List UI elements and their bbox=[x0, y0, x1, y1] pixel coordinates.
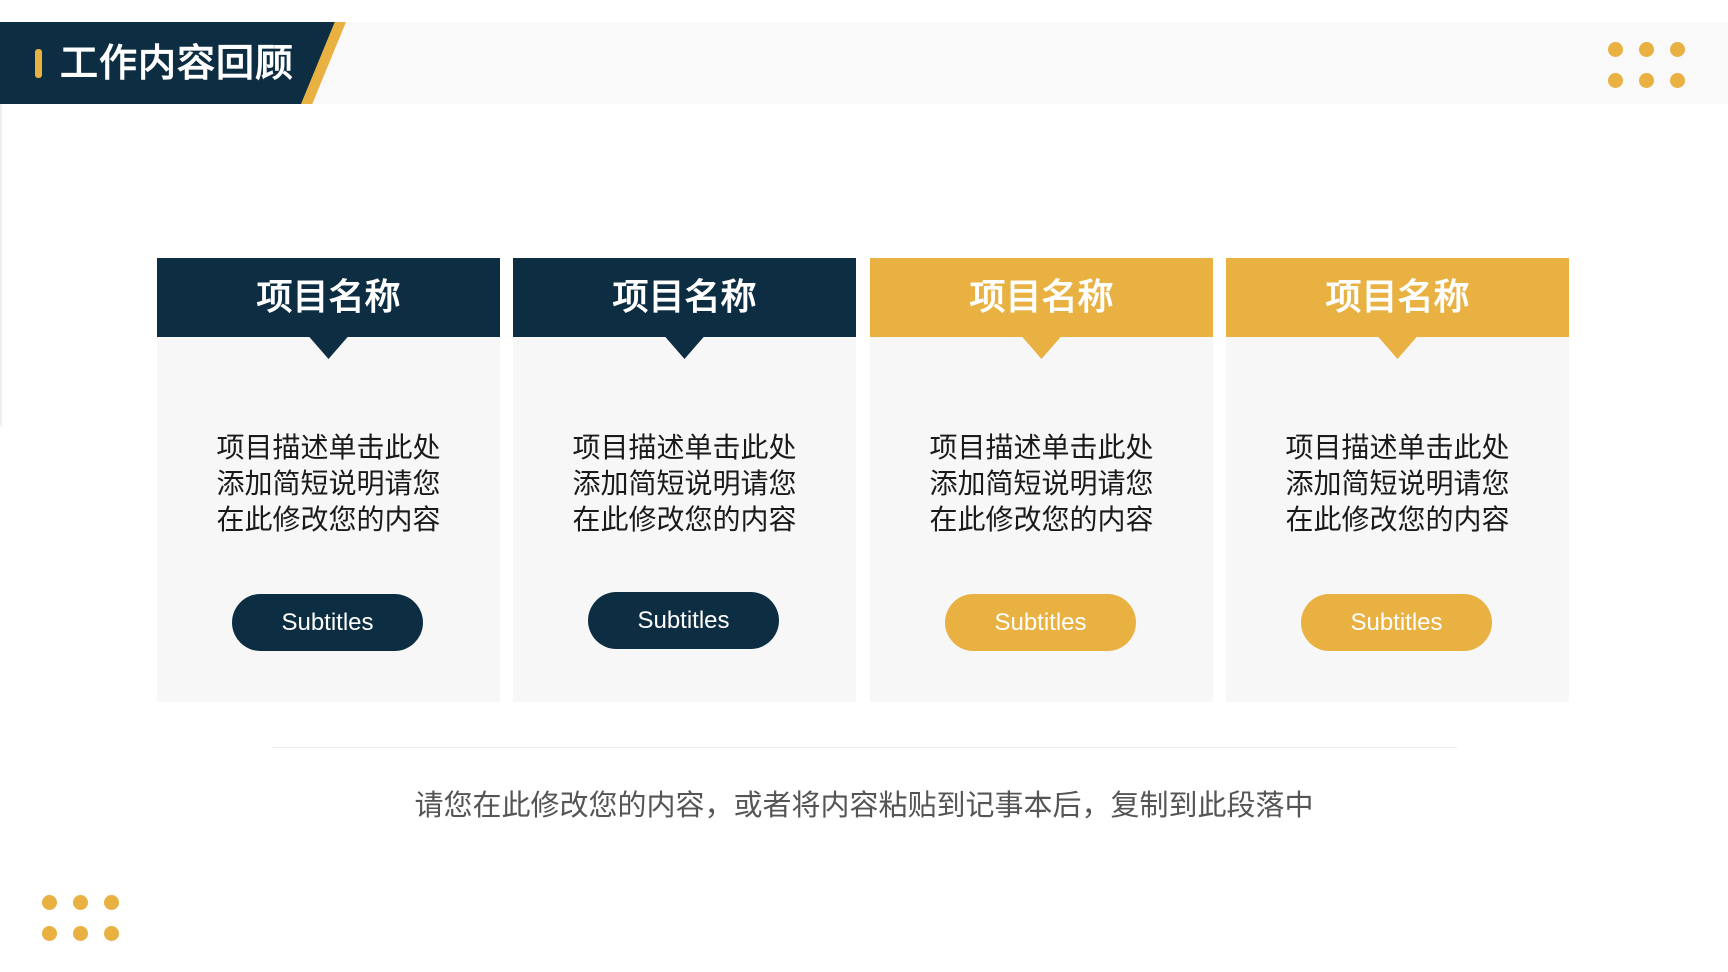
divider bbox=[272, 747, 1457, 748]
card-pointer bbox=[1377, 336, 1418, 359]
subtitles-button[interactable]: Subtitles bbox=[945, 594, 1136, 651]
card-pointer bbox=[1021, 336, 1062, 359]
project-card: 项目名称 项目描述单击此处 添加简短说明请您 在此修改您的内容 Subtitle… bbox=[870, 258, 1213, 702]
dot-grid-icon bbox=[1608, 42, 1685, 88]
card-title: 项目名称 bbox=[969, 276, 1114, 318]
card-description: 项目描述单击此处 添加简短说明请您 在此修改您的内容 bbox=[572, 431, 797, 536]
card-header: 项目名称 bbox=[513, 258, 856, 337]
card-title: 项目名称 bbox=[1325, 276, 1470, 318]
footer-text: 请您在此修改您的内容，或者将内容粘贴到记事本后，复制到此段落中 bbox=[414, 788, 1314, 822]
card-pointer bbox=[308, 336, 349, 359]
card-header: 项目名称 bbox=[1226, 258, 1569, 337]
project-card: 项目名称 项目描述单击此处 添加简短说明请您 在此修改您的内容 Subtitle… bbox=[513, 258, 856, 702]
subtitles-button[interactable]: Subtitles bbox=[232, 594, 423, 651]
card-description: 项目描述单击此处 添加简短说明请您 在此修改您的内容 bbox=[929, 431, 1154, 536]
card-pointer bbox=[664, 336, 705, 359]
card-description: 项目描述单击此处 添加简短说明请您 在此修改您的内容 bbox=[1285, 431, 1510, 536]
page-title: 工作内容回顾 bbox=[60, 41, 295, 85]
card-header: 项目名称 bbox=[870, 258, 1213, 337]
card-title: 项目名称 bbox=[612, 276, 757, 318]
project-card: 项目名称 项目描述单击此处 添加简短说明请您 在此修改您的内容 Subtitle… bbox=[157, 258, 500, 702]
project-card: 项目名称 项目描述单击此处 添加简短说明请您 在此修改您的内容 Subtitle… bbox=[1226, 258, 1569, 702]
dot-grid-icon bbox=[42, 895, 119, 941]
title-accent-bar bbox=[35, 49, 42, 78]
card-description: 项目描述单击此处 添加简短说明请您 在此修改您的内容 bbox=[216, 431, 441, 536]
card-header: 项目名称 bbox=[157, 258, 500, 337]
subtitles-button[interactable]: Subtitles bbox=[1301, 594, 1492, 651]
left-edge-line bbox=[0, 104, 2, 426]
card-title: 项目名称 bbox=[256, 276, 401, 318]
subtitles-button[interactable]: Subtitles bbox=[588, 592, 779, 649]
